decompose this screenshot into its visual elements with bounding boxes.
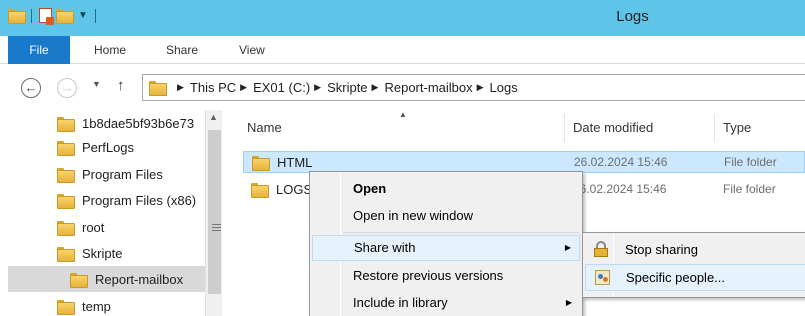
file-type: File folder (723, 182, 776, 196)
recent-locations-icon[interactable]: ▼ (92, 79, 101, 89)
folder-icon (70, 272, 88, 288)
nav-item-1b8dae5bf93b6e73[interactable]: 1b8dae5bf93b6e73 (0, 110, 205, 136)
tab-home[interactable]: Home (94, 36, 126, 64)
file-type: File folder (724, 155, 777, 169)
nav-item-program-files[interactable]: Program Files (0, 161, 205, 187)
menu-item-label: Share with (354, 240, 416, 255)
nav-item-root[interactable]: root (0, 214, 205, 240)
nav-item-label: Skripte (82, 245, 123, 261)
column-divider[interactable] (714, 114, 715, 142)
menu-item-open[interactable]: Open (312, 176, 580, 202)
nav-item-label: root (82, 219, 105, 235)
file-name: LOGS (276, 181, 313, 197)
column-header-name[interactable]: Name (247, 119, 282, 139)
folder-icon (57, 299, 75, 315)
up-arrow-icon[interactable]: ↑ (117, 77, 125, 94)
tab-share[interactable]: Share (166, 36, 198, 64)
submenu-arrow-icon: ▶ (565, 298, 572, 307)
folder-icon (57, 116, 75, 132)
folder-icon (57, 167, 75, 183)
file-date-modified: 26.02.2024 15:46 (573, 182, 667, 196)
menu-item-label: Include in library (353, 295, 448, 310)
menu-item-restore-previous-versions[interactable]: Restore previous versions (312, 263, 580, 289)
folder-icon (251, 182, 269, 198)
nav-item-label: Report-mailbox (95, 271, 184, 287)
breadcrumb-skripte[interactable]: Skripte (327, 80, 367, 95)
file-row-html[interactable]: HTML 26.02.2024 15:46 File folder (243, 151, 805, 173)
breadcrumb-ex01[interactable]: EX01 (C:) (253, 80, 310, 95)
breadcrumb-this-pc[interactable]: This PC (190, 80, 236, 95)
forward-arrow-icon[interactable]: → (57, 78, 77, 98)
nav-item-report-mailbox[interactable]: Report-mailbox (8, 266, 205, 292)
folder-icon (57, 220, 75, 236)
folder-icon (57, 140, 75, 156)
grip-icon (212, 224, 221, 231)
lock-icon (594, 241, 608, 257)
navigation-pane: 1b8dae5bf93b6e73 PerfLogs Program Files … (0, 110, 222, 316)
folder-icon (252, 155, 270, 171)
menu-item-label: Specific people... (626, 270, 726, 285)
scrollbar-thumb[interactable] (208, 130, 221, 294)
nav-item-label: 1b8dae5bf93b6e73 (82, 115, 195, 131)
folder-icon (57, 193, 75, 209)
submenu-arrow-icon: ▶ (564, 243, 571, 252)
folder-icon (57, 246, 75, 262)
menu-item-include-in-library[interactable]: Include in library ▶ (312, 290, 580, 316)
share-with-submenu: Stop sharing Specific people... (582, 232, 805, 298)
chevron-right-icon[interactable]: ▶ (177, 82, 184, 93)
nav-item-skripte[interactable]: Skripte (0, 240, 205, 266)
title-bar: ▼ Logs (0, 0, 805, 36)
context-menu: Open Open in new window Share with ▶ Res… (309, 171, 583, 316)
tab-view[interactable]: View (239, 36, 265, 64)
chevron-right-icon[interactable]: ▶ (477, 82, 484, 93)
breadcrumb-report-mailbox[interactable]: Report-mailbox (384, 80, 472, 95)
chevron-right-icon[interactable]: ▶ (240, 82, 247, 93)
tab-file[interactable]: File (8, 36, 70, 64)
menu-item-stop-sharing[interactable]: Stop sharing (585, 236, 805, 263)
nav-scrollbar[interactable]: ▲ (205, 110, 222, 316)
people-icon (595, 270, 610, 285)
navigation-bar: ← → ▼ ↑ ▶ This PC ▶ EX01 (C:) ▶ Skripte … (0, 64, 805, 110)
menu-item-label: Stop sharing (625, 242, 698, 257)
address-bar[interactable]: ▶ This PC ▶ EX01 (C:) ▶ Skripte ▶ Report… (142, 74, 805, 101)
sort-ascending-icon: ▲ (399, 110, 407, 119)
nav-item-label: Program Files (x86) (82, 192, 197, 208)
file-date-modified: 26.02.2024 15:46 (574, 155, 668, 169)
chevron-right-icon[interactable]: ▶ (372, 82, 379, 93)
nav-item-label: Program Files (82, 166, 163, 182)
column-header-type[interactable]: Type (723, 119, 751, 139)
nav-item-label: temp (82, 298, 111, 314)
nav-item-temp[interactable]: temp (0, 293, 205, 316)
menu-item-specific-people[interactable]: Specific people... (585, 264, 805, 291)
folder-icon (149, 81, 167, 96)
ribbon-tab-bar: File Home Share View (0, 36, 805, 64)
menu-item-open-in-new-window[interactable]: Open in new window (312, 203, 580, 229)
breadcrumb-logs[interactable]: Logs (490, 80, 518, 95)
nav-item-perflogs[interactable]: PerfLogs (0, 134, 205, 160)
menu-separator (343, 232, 579, 233)
column-divider[interactable] (564, 114, 565, 142)
scroll-up-icon[interactable]: ▲ (209, 112, 218, 122)
nav-item-label: PerfLogs (82, 139, 135, 155)
back-arrow-icon[interactable]: ← (21, 78, 41, 98)
file-name: HTML (277, 154, 313, 170)
chevron-right-icon[interactable]: ▶ (314, 82, 321, 93)
window-title: Logs (616, 8, 649, 25)
column-header-date-modified[interactable]: Date modified (573, 119, 653, 139)
menu-item-share-with[interactable]: Share with ▶ (312, 235, 580, 261)
nav-item-program-files-x86[interactable]: Program Files (x86) (0, 187, 205, 213)
